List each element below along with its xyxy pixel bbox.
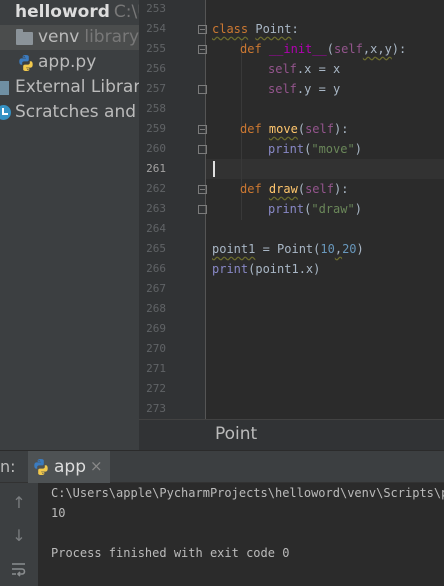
code-line-254: class Point:	[212, 22, 299, 36]
line-number: 265	[146, 242, 166, 255]
scratches-label: Scratches and C	[15, 102, 139, 122]
fold-marker-icon[interactable]	[198, 45, 207, 54]
code-line-259: def move(self):	[240, 122, 349, 136]
fold-marker-icon[interactable]	[198, 205, 207, 214]
line-number: 259	[146, 122, 166, 135]
line-number: 253	[146, 2, 166, 15]
run-panel-header: n: app ×	[0, 450, 444, 484]
venv-label: venv	[38, 27, 80, 47]
code-line-257: self.y = y	[268, 82, 341, 96]
arrow-down-icon[interactable]: ↓	[10, 527, 28, 545]
console-line: 10	[51, 506, 66, 520]
folder-icon	[16, 29, 33, 45]
line-number: 263	[146, 202, 166, 215]
code-line-266: print(point1.x)	[212, 262, 321, 276]
line-number: 270	[146, 342, 166, 355]
arrow-up-icon[interactable]: ↑	[10, 494, 28, 512]
root-name: helloword	[15, 2, 110, 22]
line-number: 256	[146, 62, 166, 75]
python-file-icon	[19, 55, 33, 71]
breadcrumb: Point	[139, 419, 444, 450]
code-line-263: print("draw")	[268, 202, 362, 216]
tree-item-scratches[interactable]: Scratches and C	[0, 100, 139, 125]
venv-hint: library r	[84, 27, 139, 47]
root-path: C:\U	[113, 2, 139, 22]
library-icon	[0, 81, 9, 95]
scratches-icon	[0, 105, 11, 120]
breadcrumb-item-point[interactable]: Point	[215, 424, 257, 444]
tree-item-external-libraries[interactable]: External Librarie	[0, 75, 139, 100]
app-file-label: app.py	[38, 52, 97, 72]
close-icon[interactable]: ×	[90, 457, 103, 475]
line-number: 260	[146, 142, 166, 155]
python-icon	[34, 459, 48, 475]
line-number: 268	[146, 302, 166, 315]
line-number: 258	[146, 102, 166, 115]
line-number: 271	[146, 362, 166, 375]
tree-item-venv[interactable]: venvlibrary r	[0, 25, 139, 50]
line-number: 261	[146, 162, 166, 175]
soft-wrap-icon[interactable]	[10, 560, 28, 578]
line-number: 257	[146, 82, 166, 95]
run-tab-label: app	[54, 457, 86, 477]
code-line-255: def __init__(self,x,y):	[240, 42, 407, 56]
line-number: 255	[146, 42, 166, 55]
line-number: 269	[146, 322, 166, 335]
line-number: 273	[146, 402, 166, 415]
fold-marker-icon[interactable]	[198, 125, 207, 134]
line-number: 272	[146, 382, 166, 395]
external-libraries-label: External Librarie	[15, 77, 139, 97]
run-panel-label: n:	[0, 457, 16, 476]
code-line-265: point1 = Point(10,20)	[212, 242, 364, 256]
tree-item-root[interactable]: hellowordC:\U	[0, 0, 139, 25]
line-number: 262	[146, 182, 166, 195]
run-tab-app[interactable]: app ×	[28, 451, 110, 484]
run-console[interactable]: C:\Users\apple\PycharmProjects\helloword…	[38, 483, 444, 586]
code-line-256: self.x = x	[268, 62, 341, 76]
console-line: C:\Users\apple\PycharmProjects\helloword…	[51, 486, 444, 500]
tree-item-app[interactable]: app.py	[0, 50, 139, 75]
line-number: 264	[146, 222, 166, 235]
fold-marker-icon[interactable]	[198, 185, 207, 194]
code-line-262: def draw(self):	[240, 182, 349, 196]
project-sidebar: hellowordC:\U venvlibrary r app.py Exter…	[0, 0, 139, 450]
line-number: 254	[146, 22, 166, 35]
line-number: 266	[146, 262, 166, 275]
code-line-260: print("move")	[268, 142, 362, 156]
console-line: Process finished with exit code 0	[51, 546, 290, 560]
run-toolbar: ↑ ↓	[0, 483, 38, 586]
line-number: 267	[146, 282, 166, 295]
text-caret	[213, 161, 215, 177]
fold-marker-icon[interactable]	[198, 85, 207, 94]
fold-marker-icon[interactable]	[198, 25, 207, 34]
fold-marker-icon[interactable]	[198, 145, 207, 154]
